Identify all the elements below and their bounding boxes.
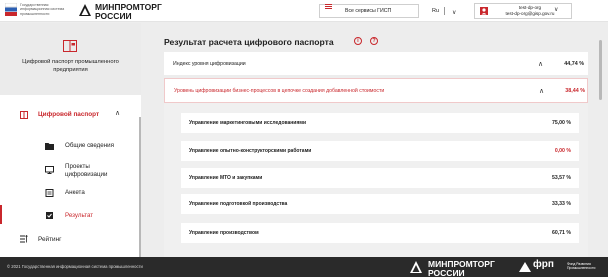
sidebar-item-digital-passport[interactable]: Цифровой паспорт ∧ (20, 110, 130, 122)
active-indicator (0, 205, 2, 224)
book-icon (20, 111, 28, 119)
frp-caption: Фонд Развития Промышленности (567, 262, 596, 270)
list-item: Управление МТО и закупками 53,57 % (181, 168, 579, 188)
panel-value: 44,74 % (564, 60, 584, 67)
rating-list-icon (20, 235, 28, 243)
document-icon (45, 189, 54, 197)
sidebar-item-questionnaire[interactable]: Анкета (45, 189, 135, 201)
passport-book-icon (63, 40, 77, 52)
main-scrollbar[interactable] (599, 40, 602, 100)
folder-icon (45, 143, 54, 150)
copyright-text: © 2021 Государственная информационная си… (7, 264, 143, 269)
ministry-title-line2: РОССИИ (95, 10, 132, 21)
sidebar: Цифровой паспорт промышленного предприят… (0, 23, 141, 262)
chevron-up-icon[interactable]: ∧ (115, 109, 120, 117)
process-value: 75,00 % (551, 120, 571, 126)
language-value: Ru (432, 8, 440, 14)
sidebar-item-label: Проекты цифровизации (65, 163, 108, 178)
sidebar-item-label: Цифровой паспорт (38, 111, 100, 118)
gisp-logo-icon[interactable] (5, 3, 17, 17)
process-label: Управление маркетинговыми исследованиями (189, 120, 307, 126)
all-services-label: Все сервисы ГИСП (345, 8, 392, 14)
language-selector[interactable]: Ru ∨ (432, 4, 466, 18)
sidebar-item-rating[interactable]: Рейтинг (20, 235, 130, 247)
user-icon (480, 7, 488, 15)
chevron-up-icon[interactable]: ∧ (539, 79, 544, 102)
sidebar-item-label: Рейтинг (38, 236, 62, 243)
process-list: Управление маркетинговыми исследованиями… (164, 103, 588, 257)
help-icon[interactable]: ? (370, 37, 378, 45)
sidebar-item-general-info[interactable]: Общие сведения (45, 142, 135, 154)
sidebar-hero: Цифровой паспорт промышленного предприят… (0, 23, 141, 95)
process-value: 33,33 % (551, 201, 571, 207)
list-item: Управление подготовкой производства 33,3… (181, 194, 579, 214)
monitor-icon (45, 166, 54, 174)
ministry-emblem-icon[interactable] (409, 260, 423, 274)
chevron-up-icon[interactable]: ∧ (538, 52, 543, 75)
process-label: Управление подготовкой производства (189, 201, 288, 207)
process-label: Управление опытно-конструкторскими работ… (189, 148, 312, 154)
sidebar-item-label: Результат (65, 212, 94, 219)
business-process-panel[interactable]: Уровень цифровизации бизнес-процессов в … (164, 78, 588, 103)
sidebar-item-label: Анкета (65, 189, 85, 196)
frp-logo[interactable]: фрп (533, 259, 554, 270)
sidebar-item-result[interactable]: Результат (45, 212, 135, 224)
process-label: Управление МТО и закупками (189, 175, 263, 181)
sidebar-item-label: Общие сведения (65, 142, 114, 149)
list-item: Управление маркетинговыми исследованиями… (181, 113, 579, 133)
checkbox-icon (46, 212, 53, 219)
process-value: 60,71 % (551, 230, 571, 236)
language-divider (444, 7, 445, 15)
sidebar-item-digitalization-projects[interactable]: Проекты цифровизации (45, 163, 135, 183)
gisp-caption: Государственная информационная система п… (20, 3, 65, 16)
footer-ministry-line2: РОССИИ (428, 267, 465, 277)
process-label: Управление производством (189, 230, 259, 236)
panel-label: Индекс уровня цифровизации (173, 60, 246, 67)
list-item: Управление опытно-конструкторскими работ… (181, 141, 579, 161)
footer-ministry-title[interactable]: МИНПРОМТОРГ РОССИИ (428, 260, 495, 277)
process-value: 53,57 % (551, 175, 571, 181)
frp-mark-icon (519, 262, 531, 272)
page-title: Результат расчета цифрового паспорта (164, 37, 334, 47)
ministry-title[interactable]: МИНПРОМТОРГ РОССИИ (95, 3, 162, 20)
top-header: Государственная информационная система п… (0, 0, 608, 22)
panel-label: Уровень цифровизации бизнес-процессов в … (174, 87, 385, 94)
index-level-panel[interactable]: Индекс уровня цифровизации ∧ 44,74 % (164, 52, 588, 75)
user-chevron-down-icon[interactable]: ∨ (554, 6, 558, 13)
chevron-down-icon: ∨ (452, 10, 457, 16)
list-item: Управление производством 60,71 % (181, 223, 579, 243)
process-value: 0,00 % (554, 148, 571, 154)
info-icon[interactable]: i (354, 37, 362, 45)
sidebar-scrollbar[interactable] (139, 117, 141, 262)
footer: © 2021 Государственная информационная си… (0, 257, 608, 277)
panel-value: 38,44 % (565, 87, 585, 94)
sidebar-hero-title: Цифровой паспорт промышленного предприят… (22, 59, 119, 73)
ministry-emblem-icon[interactable] (78, 3, 92, 17)
burger-menu-icon (325, 4, 332, 9)
